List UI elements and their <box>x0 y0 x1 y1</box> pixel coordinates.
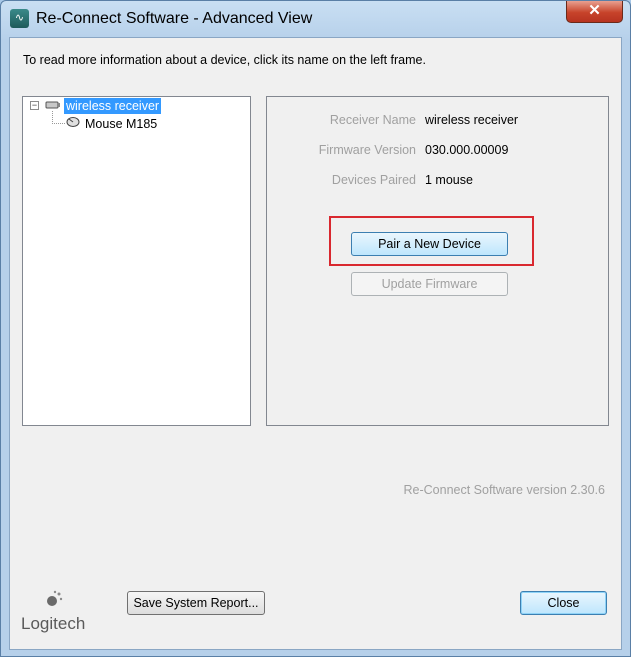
receiver-name-label: Receiver Name <box>329 113 416 127</box>
window-close-button[interactable]: ✕ <box>566 1 623 23</box>
devices-paired-label: Devices Paired <box>331 173 416 187</box>
close-button[interactable]: Close <box>520 591 607 615</box>
logitech-logo: Logitech <box>21 586 101 636</box>
collapse-icon[interactable]: − <box>30 101 39 110</box>
devices-paired-value: 1 mouse <box>425 173 473 187</box>
tree-connector <box>52 111 65 124</box>
tree-item-mouse-m185[interactable]: Mouse M185 <box>85 116 157 132</box>
device-details: Receiver Name wireless receiver Firmware… <box>266 96 609 426</box>
logitech-logo-icon <box>47 590 63 606</box>
firmware-version-label: Firmware Version <box>318 143 416 157</box>
update-firmware-button: Update Firmware <box>351 272 508 296</box>
window-title: Re-Connect Software - Advanced View <box>36 10 313 27</box>
title-bar[interactable]: ∿ Re-Connect Software - Advanced View ✕ <box>1 1 630 35</box>
mouse-icon <box>66 117 80 127</box>
device-tree: − wireless receiver Mouse M185 <box>22 96 251 426</box>
info-text: To read more information about a device,… <box>23 53 426 67</box>
firmware-version-value: 030.000.00009 <box>425 143 509 157</box>
receiver-icon <box>45 101 60 109</box>
save-system-report-button[interactable]: Save System Report... <box>127 591 265 615</box>
app-icon: ∿ <box>10 9 29 28</box>
client-area: To read more information about a device,… <box>9 37 622 650</box>
logo-text: Logitech <box>21 614 86 633</box>
receiver-name-value: wireless receiver <box>425 113 519 127</box>
pair-new-device-button[interactable]: Pair a New Device <box>351 232 508 256</box>
app-window: ∿ Re-Connect Software - Advanced View ✕ … <box>0 0 631 657</box>
version-text: Re-Connect Software version 2.30.6 <box>403 483 606 497</box>
tree-item-wireless-receiver[interactable]: wireless receiver <box>64 98 162 114</box>
